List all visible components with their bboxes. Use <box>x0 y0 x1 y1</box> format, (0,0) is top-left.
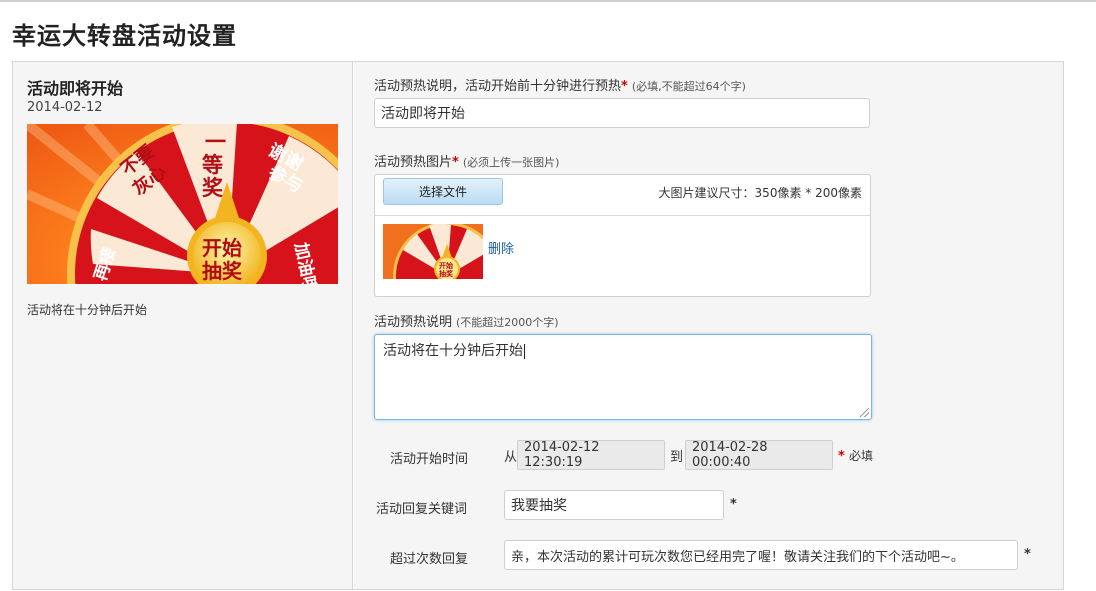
svg-text:抽奖: 抽奖 <box>202 259 243 283</box>
start-date-value: 2014-02-12 12:30:19 <box>524 440 600 470</box>
from-label: 从 <box>504 450 518 465</box>
uploaded-image-thumbnail: 开始 抽奖 <box>383 224 483 279</box>
svg-text:开始: 开始 <box>202 236 242 260</box>
text-caret <box>524 343 525 359</box>
keyword-value: 我要抽奖 <box>511 498 567 514</box>
svg-text:一: 一 <box>205 130 226 154</box>
warmup-desc-label-text: 活动预热说明，活动开始前十分钟进行预热 <box>374 79 622 94</box>
keyword-input[interactable]: 我要抽奖 <box>504 490 724 520</box>
keyword-required-mark: * <box>730 497 737 512</box>
activity-preview: 活动即将开始 2014-02-12 一 等 奖 谢谢 参与 不要 灰心 加油哦 … <box>13 62 353 589</box>
warmup-desc-input[interactable]: 活动即将开始 <box>374 98 870 128</box>
choose-file-button[interactable]: 选择文件 <box>383 178 503 205</box>
settings-form: 活动预热说明，活动开始前十分钟进行预热* (必填,不能超过64个字) 活动即将开始… <box>354 62 1063 589</box>
to-label: 到 <box>670 450 684 465</box>
resize-grip-icon[interactable] <box>860 408 869 417</box>
preview-wheel-image: 一 等 奖 谢谢 参与 不要 灰心 加油哦 再接 开始 抽奖 <box>27 124 338 284</box>
start-time-required: * 必填 <box>838 447 873 464</box>
preview-date: 2014-02-12 <box>27 100 103 115</box>
required-mark: * <box>621 79 628 94</box>
delete-image-link[interactable]: 删除 <box>488 238 514 257</box>
image-size-hint: 大图片建议尺寸：350像素 * 200像素 <box>658 186 862 200</box>
svg-text:抽奖: 抽奖 <box>439 269 454 278</box>
warmup-image-hint: (必须上传一张图片) <box>462 156 560 169</box>
warmup-desc-value: 活动即将开始 <box>381 106 465 122</box>
warmup-text-textarea[interactable]: 活动将在十分钟后开始 <box>374 334 872 420</box>
over-limit-value: 亲，本次活动的累计可玩次数您已经用完了喔！敬请关注我们的下个活动吧~。 <box>511 549 964 565</box>
warmup-text-hint: (不能超过2000个字) <box>456 316 559 329</box>
top-border <box>0 0 1096 2</box>
warmup-text-label: 活动预热说明 (不能超过2000个字) <box>374 311 559 330</box>
start-date-input[interactable]: 2014-02-12 12:30:19 <box>517 440 665 470</box>
preview-title: 活动即将开始 <box>27 79 124 98</box>
warmup-image-label-text: 活动预热图片 <box>374 155 453 170</box>
settings-panel: 活动即将开始 2014-02-12 一 等 奖 谢谢 参与 不要 灰心 加油哦 … <box>12 61 1064 590</box>
required-text: 必填 <box>848 449 873 463</box>
start-time-label: 活动开始时间 <box>390 452 469 467</box>
end-date-input[interactable]: 2014-02-28 00:00:40 <box>685 440 833 470</box>
page-title: 幸运大转盘活动设置 <box>12 22 237 50</box>
required-mark: * <box>452 155 459 170</box>
warmup-desc-hint: (必填,不能超过64个字) <box>631 80 746 93</box>
keyword-label: 活动回复关键词 <box>376 502 468 517</box>
end-date-value: 2014-02-28 00:00:40 <box>692 440 768 470</box>
over-limit-label: 超过次数回复 <box>390 552 469 567</box>
upload-toolbar: 选择文件 大图片建议尺寸：350像素 * 200像素 <box>375 175 870 216</box>
svg-text:开始: 开始 <box>439 261 453 270</box>
warmup-text-value: 活动将在十分钟后开始 <box>383 343 523 359</box>
over-limit-required-mark: * <box>1024 547 1031 562</box>
warmup-text-label-text: 活动预热说明 <box>374 315 453 330</box>
svg-text:奖: 奖 <box>202 176 224 200</box>
svg-text:等: 等 <box>202 153 223 177</box>
warmup-desc-label: 活动预热说明，活动开始前十分钟进行预热* (必填,不能超过64个字) <box>374 75 746 94</box>
image-upload-box: 选择文件 大图片建议尺寸：350像素 * 200像素 开始 抽奖 删除 <box>374 174 871 297</box>
preview-description: 活动将在十分钟后开始 <box>27 303 148 317</box>
over-limit-input[interactable]: 亲，本次活动的累计可玩次数您已经用完了喔！敬请关注我们的下个活动吧~。 <box>504 540 1018 570</box>
required-mark: * <box>838 449 845 464</box>
warmup-image-label: 活动预热图片* (必须上传一张图片) <box>374 151 559 170</box>
